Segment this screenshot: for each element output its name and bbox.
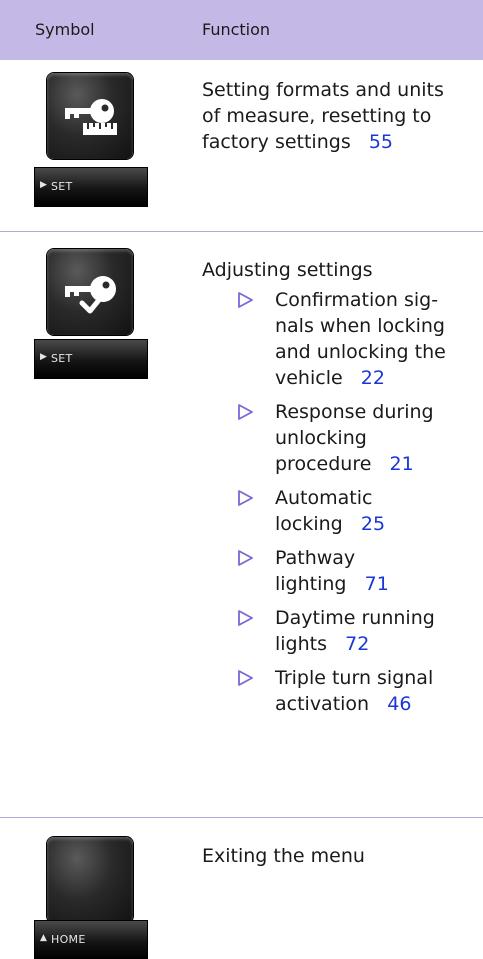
set-label: SET bbox=[51, 180, 73, 193]
triangle-bullet-icon bbox=[238, 490, 253, 506]
triangle-bullet-icon bbox=[238, 610, 253, 626]
triangle-bullet-icon bbox=[238, 404, 253, 420]
item-line: nals when locking bbox=[275, 315, 445, 337]
blank-button-icon bbox=[47, 837, 133, 923]
desc-line: factory settings 55 bbox=[202, 129, 472, 155]
list-item: Daytime running lights 72 bbox=[237, 605, 477, 657]
play-arrow-icon: ▶ bbox=[40, 352, 47, 362]
row2-title: Adjusting settings bbox=[202, 259, 373, 281]
item-line: unlocking bbox=[275, 427, 367, 449]
column-header-function: Function bbox=[202, 20, 271, 39]
set-label: SET bbox=[51, 352, 73, 365]
up-arrow-icon: ▲ bbox=[40, 933, 47, 943]
item-line-text: locking bbox=[275, 513, 343, 535]
page-ref-link[interactable]: 71 bbox=[365, 573, 389, 595]
item-line-text: procedure bbox=[275, 453, 372, 475]
item-line: Confirmation sig- bbox=[275, 289, 439, 311]
desc-line: Setting formats and units bbox=[202, 79, 444, 101]
play-arrow-icon: ▶ bbox=[40, 180, 47, 190]
table-header: Symbol Function bbox=[0, 0, 483, 60]
triangle-bullet-icon bbox=[238, 550, 253, 566]
set-button: ▶ SET bbox=[35, 340, 147, 378]
key-ruler-icon bbox=[47, 73, 133, 159]
item-line-text: lights bbox=[275, 633, 328, 655]
list-item: Automatic locking 25 bbox=[237, 485, 477, 537]
home-button: ▲ HOME bbox=[35, 921, 147, 959]
set-button: ▶ SET bbox=[35, 168, 147, 206]
list-item: Response during unlocking procedure 21 bbox=[237, 399, 477, 477]
column-header-symbol: Symbol bbox=[35, 20, 95, 39]
item-line: Triple turn signal bbox=[275, 667, 434, 689]
row-divider bbox=[0, 231, 483, 232]
item-line: Daytime running bbox=[275, 607, 435, 629]
list-item: Pathway lighting 71 bbox=[237, 545, 477, 597]
page-ref-link[interactable]: 55 bbox=[369, 131, 393, 153]
page-ref-link[interactable]: 22 bbox=[361, 367, 385, 389]
page-ref-link[interactable]: 72 bbox=[345, 633, 369, 655]
row1-description: Setting formats and units of measure, re… bbox=[202, 77, 472, 155]
item-line-text: activation bbox=[275, 693, 370, 715]
item-line-text: vehicle bbox=[275, 367, 343, 389]
page-ref-link[interactable]: 25 bbox=[361, 513, 385, 535]
item-line: locking 25 bbox=[275, 511, 477, 537]
row3-title: Exiting the menu bbox=[202, 845, 365, 867]
item-line: lights 72 bbox=[275, 631, 477, 657]
item-line: lighting 71 bbox=[275, 571, 477, 597]
list-item: Triple turn signal activation 46 bbox=[237, 665, 477, 717]
desc-line: of measure, resetting to bbox=[202, 105, 432, 127]
page-ref-link[interactable]: 46 bbox=[387, 693, 411, 715]
triangle-bullet-icon bbox=[238, 292, 253, 308]
triangle-bullet-icon bbox=[238, 670, 253, 686]
list-item: Confirmation sig- nals when locking and … bbox=[237, 287, 477, 391]
row-divider bbox=[0, 817, 483, 818]
item-line: vehicle 22 bbox=[275, 365, 477, 391]
item-line-text: lighting bbox=[275, 573, 347, 595]
key-check-icon bbox=[47, 249, 133, 335]
home-label: HOME bbox=[51, 933, 86, 946]
desc-line-text: factory settings bbox=[202, 131, 351, 153]
item-line: Automatic bbox=[275, 487, 373, 509]
item-line: and unlocking the bbox=[275, 341, 446, 363]
settings-list: Confirmation sig- nals when locking and … bbox=[237, 287, 477, 725]
item-line: activation 46 bbox=[275, 691, 477, 717]
item-line: Pathway bbox=[275, 547, 356, 569]
item-line: procedure 21 bbox=[275, 451, 477, 477]
item-line: Response during bbox=[275, 401, 434, 423]
page-ref-link[interactable]: 21 bbox=[390, 453, 414, 475]
